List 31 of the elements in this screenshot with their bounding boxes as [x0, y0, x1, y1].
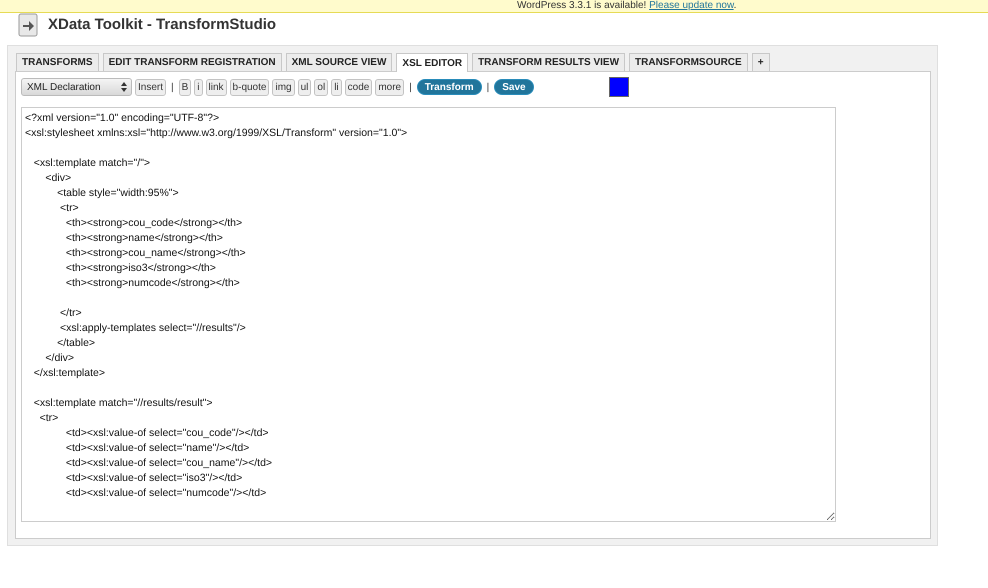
dropdown[interactable]: XML Declaration: [21, 78, 132, 96]
separator: |: [408, 82, 413, 92]
separator: |: [486, 82, 490, 92]
tab[interactable]: TRANSFORMSOURCE: [629, 53, 748, 71]
tab[interactable]: TRANSFORMS: [16, 53, 99, 71]
format-button[interactable]: ol: [314, 78, 328, 96]
format-button[interactable]: Insert: [135, 78, 166, 96]
page-title: XData Toolkit - TransformStudio: [48, 16, 276, 34]
format-button[interactable]: B: [178, 78, 192, 96]
format-button[interactable]: img: [272, 78, 295, 96]
action-button[interactable]: Transform: [416, 79, 482, 95]
stepper-icon: [121, 82, 127, 92]
format-button[interactable]: ul: [298, 78, 312, 96]
update-link[interactable]: Please update now: [649, 0, 734, 11]
format-button[interactable]: code: [344, 78, 372, 96]
tab[interactable]: +: [752, 53, 770, 71]
tab[interactable]: XSL EDITOR: [396, 53, 468, 72]
tab[interactable]: TRANSFORM RESULTS VIEW: [472, 53, 626, 71]
format-button[interactable]: more: [375, 78, 404, 96]
format-button[interactable]: b-quote: [230, 78, 270, 96]
action-button[interactable]: Save: [494, 79, 534, 95]
tab[interactable]: EDIT TRANSFORM REGISTRATION: [102, 53, 282, 71]
format-button[interactable]: i: [194, 78, 203, 96]
page-icon: [18, 13, 38, 37]
color-swatch[interactable]: [608, 77, 629, 97]
format-button[interactable]: link: [206, 78, 227, 96]
separator: |: [170, 82, 175, 92]
update-notice: WordPress 3.3.1 is available! Please update now.: [0, 0, 988, 13]
format-button[interactable]: li: [331, 78, 342, 96]
tab[interactable]: XML SOURCE VIEW: [286, 53, 392, 71]
code-editor[interactable]: <?xml version="1.0" encoding="UTF-8"?> <xsl:stylesheet xmlns:xsl="http://www.w3.org/1999/XSL/Transform" version="1.0"> <xsl:template match="/"> <div> <table style="width:95%"> <tr> <th><strong>cou_code</strong></th> <th><strong>name</strong></th> <th><strong>cou_name</strong></th> <th><strong>iso3</strong></th> <th><strong>numcode</strong></th> </tr> <xsl:apply-templates select="//results"/> </table> </div> </xsl:template> <xsl:template match="//results/result"> <tr> <td><xsl:value-of select="cou_code"/></td> <td><xsl:value-of select="name"/></td> <td><xsl:value-of select="cou_name"/></td> <td><xsl:value-of select="iso3"/></td> <td><xsl:value-of select="numcode"/></td>: [21, 107, 836, 522]
